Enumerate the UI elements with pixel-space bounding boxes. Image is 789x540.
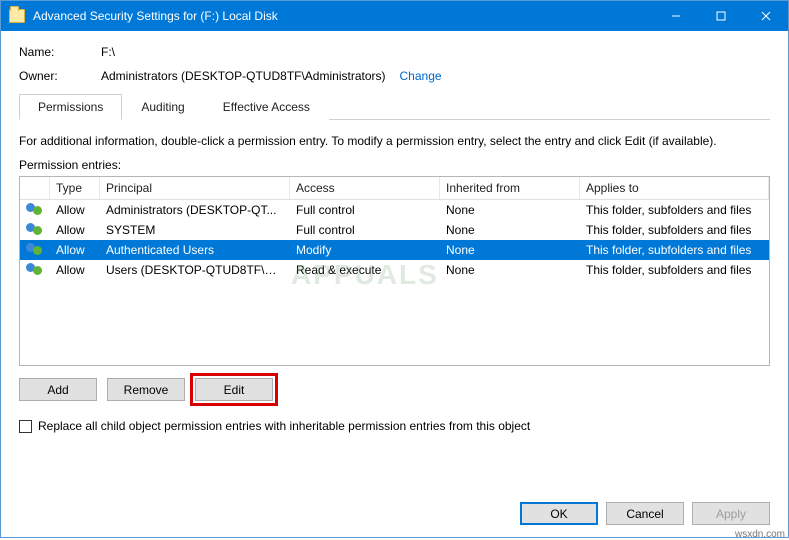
cell-type: Allow	[50, 261, 100, 279]
cell-access: Read & execute	[290, 261, 440, 279]
permission-row[interactable]: AllowSYSTEMFull controlNoneThis folder, …	[20, 220, 769, 240]
cell-principal: SYSTEM	[100, 221, 290, 239]
grid-body: AllowAdministrators (DESKTOP-QT...Full c…	[20, 200, 769, 280]
cell-type: Allow	[50, 201, 100, 219]
cell-access: Modify	[290, 241, 440, 259]
tab-permissions[interactable]: Permissions	[19, 94, 122, 120]
cell-inherited: None	[440, 261, 580, 279]
cell-type: Allow	[50, 241, 100, 259]
col-principal[interactable]: Principal	[100, 177, 290, 199]
replace-label: Replace all child object permission entr…	[38, 419, 530, 433]
grid-header: Type Principal Access Inherited from App…	[20, 177, 769, 200]
entry-buttons: Add Remove Edit	[19, 378, 770, 401]
cell-applies: This folder, subfolders and files	[580, 201, 769, 219]
name-label: Name:	[19, 45, 101, 59]
cell-type: Allow	[50, 221, 100, 239]
cell-principal: Authenticated Users	[100, 241, 290, 259]
minimize-button[interactable]	[653, 1, 698, 31]
cell-access: Full control	[290, 201, 440, 219]
col-type[interactable]: Type	[50, 177, 100, 199]
edit-button[interactable]: Edit	[195, 378, 273, 401]
cancel-button[interactable]: Cancel	[606, 502, 684, 525]
cell-applies: This folder, subfolders and files	[580, 241, 769, 259]
users-icon	[20, 201, 50, 219]
name-value: F:\	[101, 45, 115, 59]
footer-buttons: OK Cancel Apply	[520, 502, 770, 525]
entries-label: Permission entries:	[19, 158, 770, 172]
owner-label: Owner:	[19, 69, 101, 83]
permission-row[interactable]: AllowAuthenticated UsersModifyNoneThis f…	[20, 240, 769, 260]
apply-button[interactable]: Apply	[692, 502, 770, 525]
security-settings-window: Advanced Security Settings for (F:) Loca…	[0, 0, 789, 538]
add-button[interactable]: Add	[19, 378, 97, 401]
cell-inherited: None	[440, 221, 580, 239]
cell-inherited: None	[440, 241, 580, 259]
permission-entries-grid[interactable]: Type Principal Access Inherited from App…	[19, 176, 770, 366]
close-button[interactable]	[743, 1, 788, 31]
users-icon	[20, 261, 50, 279]
cell-access: Full control	[290, 221, 440, 239]
col-access[interactable]: Access	[290, 177, 440, 199]
replace-checkbox[interactable]	[19, 420, 32, 433]
col-applies[interactable]: Applies to	[580, 177, 769, 199]
col-inherited[interactable]: Inherited from	[440, 177, 580, 199]
replace-row: Replace all child object permission entr…	[19, 419, 770, 433]
content-area: Name: F:\ Owner: Administrators (DESKTOP…	[1, 31, 788, 443]
users-icon	[20, 241, 50, 259]
remove-button[interactable]: Remove	[107, 378, 185, 401]
permission-row[interactable]: AllowUsers (DESKTOP-QTUD8TF\Us...Read & …	[20, 260, 769, 280]
users-icon	[20, 221, 50, 239]
source-mark: wsxdn.com	[735, 529, 785, 540]
window-title: Advanced Security Settings for (F:) Loca…	[33, 9, 653, 23]
cell-applies: This folder, subfolders and files	[580, 261, 769, 279]
cell-applies: This folder, subfolders and files	[580, 221, 769, 239]
description-text: For additional information, double-click…	[19, 134, 770, 148]
change-owner-link[interactable]: Change	[400, 69, 442, 83]
tab-effective-access[interactable]: Effective Access	[204, 94, 329, 120]
folder-icon	[9, 9, 25, 23]
tab-auditing[interactable]: Auditing	[122, 94, 203, 120]
permission-row[interactable]: AllowAdministrators (DESKTOP-QT...Full c…	[20, 200, 769, 220]
cell-principal: Users (DESKTOP-QTUD8TF\Us...	[100, 261, 290, 279]
titlebar: Advanced Security Settings for (F:) Loca…	[1, 1, 788, 31]
maximize-button[interactable]	[698, 1, 743, 31]
owner-value: Administrators (DESKTOP-QTUD8TF\Administ…	[101, 69, 386, 83]
tabstrip: Permissions Auditing Effective Access	[19, 93, 770, 120]
col-icon	[20, 177, 50, 199]
cell-principal: Administrators (DESKTOP-QT...	[100, 201, 290, 219]
cell-inherited: None	[440, 201, 580, 219]
ok-button[interactable]: OK	[520, 502, 598, 525]
